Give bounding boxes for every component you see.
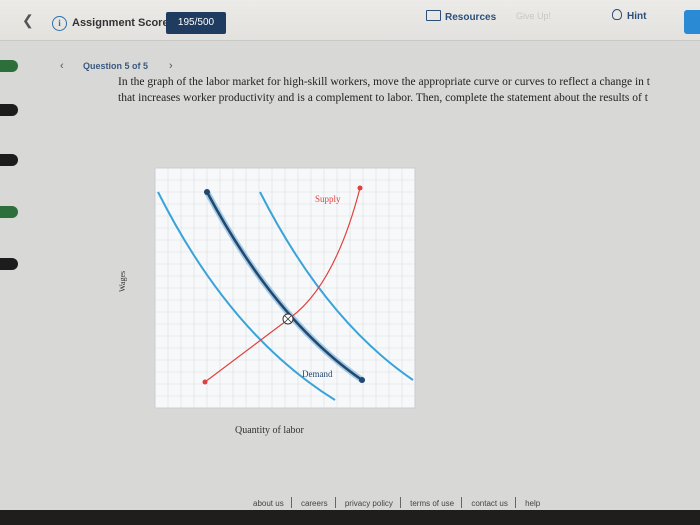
folder-icon: [426, 10, 441, 21]
separator: [461, 497, 463, 508]
hint-button[interactable]: Hint: [612, 9, 646, 22]
question-counter: Question 5 of 5: [83, 61, 149, 71]
footer-link-careers[interactable]: careers: [294, 499, 335, 508]
separator: [514, 497, 516, 508]
drag-handle-icon[interactable]: [282, 313, 294, 325]
footer-link-terms[interactable]: terms of use: [403, 499, 461, 508]
prompt-line: In the graph of the labor market for hig…: [118, 76, 650, 88]
previous-question-chevron-icon[interactable]: ‹: [60, 60, 64, 72]
side-tab[interactable]: [0, 206, 18, 218]
footer-link-privacy[interactable]: privacy policy: [338, 499, 400, 508]
lightbulb-icon: [612, 9, 622, 20]
grid-lines: [155, 168, 415, 408]
side-tab[interactable]: [0, 104, 18, 116]
next-question-chevron-icon[interactable]: ›: [169, 60, 173, 72]
supply-label: Supply: [315, 194, 341, 204]
give-up-label: Give Up!: [516, 11, 552, 21]
separator: [334, 497, 336, 508]
info-icon[interactable]: i: [52, 16, 67, 31]
top-header: ❮ i Assignment Score: 195/500 Resources …: [0, 0, 700, 41]
prompt-line: that increases worker productivity and i…: [118, 92, 648, 104]
give-up-button[interactable]: Give Up!: [516, 11, 551, 21]
y-axis-label: Wages: [118, 270, 127, 292]
labor-market-graph: Supply Demand: [154, 167, 416, 409]
footer-link-contact[interactable]: contact us: [464, 499, 514, 508]
score-badge: 195/500: [166, 12, 226, 34]
bottom-bar: [0, 510, 700, 525]
x-axis-label: Quantity of labor: [235, 425, 304, 436]
side-tab[interactable]: [0, 60, 18, 72]
question-prompt: In the graph of the labor market for hig…: [118, 74, 700, 106]
assignment-score-label: Assignment Score:: [72, 17, 173, 29]
footer-link-help[interactable]: help: [518, 499, 547, 508]
supply-curve-endpoint[interactable]: [202, 379, 208, 385]
footer-link-about[interactable]: about us: [246, 499, 291, 508]
footer-links: about us careers privacy policy terms of…: [246, 497, 547, 508]
separator: [290, 497, 292, 508]
demand-curve-endpoint[interactable]: [204, 189, 210, 195]
side-tab[interactable]: [0, 258, 18, 270]
corner-action-button[interactable]: [684, 10, 700, 34]
demand-curve-endpoint[interactable]: [359, 377, 365, 383]
supply-curve-endpoint[interactable]: [357, 185, 363, 191]
resources-label: Resources: [445, 12, 497, 23]
resources-button[interactable]: Resources: [426, 10, 496, 23]
demand-label: Demand: [302, 369, 333, 379]
separator: [399, 497, 401, 508]
hint-label: Hint: [627, 11, 647, 22]
back-chevron-icon[interactable]: ❮: [22, 12, 34, 29]
side-tab[interactable]: [0, 154, 18, 166]
